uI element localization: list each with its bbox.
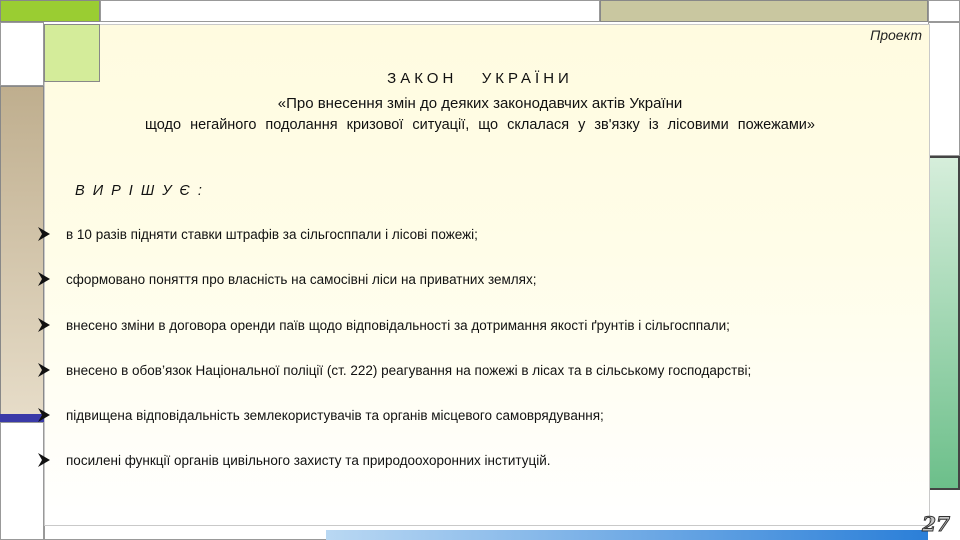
top-left-green-block	[0, 0, 100, 22]
decides-heading: В И Р І Ш У Є :	[75, 183, 204, 199]
left-bottom-block	[0, 422, 44, 540]
bullet-text: внесено в обов’язок Національної поліції…	[66, 362, 752, 378]
top-right-corner	[928, 0, 960, 22]
draft-stamp: Проект	[870, 27, 922, 43]
list-item: внесено зміни в договора оренди паїв щод…	[36, 317, 730, 333]
right-green-gradient-block	[928, 156, 960, 490]
law-title-line3: щодо негайного подолання кризової ситуац…	[145, 117, 815, 133]
list-item: в 10 разів підняти ставки штрафів за сіл…	[36, 226, 478, 242]
bullet-text: сформовано поняття про власність на само…	[66, 271, 537, 287]
bullet-text: підвищена відповідальність землекористув…	[66, 407, 604, 423]
bullet-text: посилені функції органів цивільного захи…	[66, 452, 551, 468]
page-number: 27	[922, 512, 951, 537]
law-title-line2: «Про внесення змін до деяких законодавчи…	[277, 95, 683, 112]
list-item: підвищена відповідальність землекористув…	[36, 407, 604, 423]
arrow-bullet-icon	[38, 227, 50, 241]
arrow-bullet-icon	[38, 408, 50, 422]
top-right-olive-block	[600, 0, 928, 22]
list-item: посилені функції органів цивільного захи…	[36, 452, 551, 468]
right-white-block	[928, 22, 960, 156]
top-bar	[100, 0, 600, 22]
list-item: сформовано поняття про власність на само…	[36, 271, 536, 287]
arrow-bullet-icon	[38, 318, 50, 332]
arrow-bullet-icon	[38, 272, 50, 286]
arrow-bullet-icon	[38, 453, 50, 467]
bullet-text: внесено зміни в договора оренди паїв щод…	[66, 317, 730, 333]
bullet-text: в 10 разів підняти ставки штрафів за сіл…	[66, 226, 478, 242]
law-title-keyword: ЗАКОН УКРАЇНИ	[387, 70, 573, 87]
list-item: внесено в обов’язок Національної поліції…	[36, 362, 751, 378]
bottom-blue-gradient	[326, 530, 928, 540]
arrow-bullet-icon	[38, 363, 50, 377]
